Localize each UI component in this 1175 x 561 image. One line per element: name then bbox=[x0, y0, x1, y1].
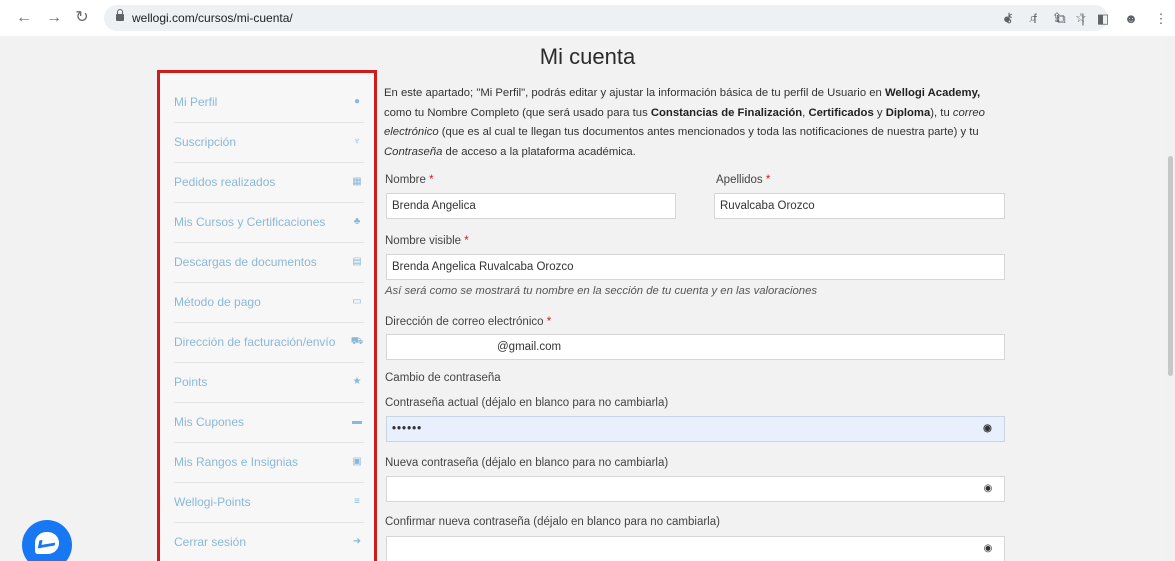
sidebar-item-label: Descargas de documentos bbox=[174, 255, 317, 269]
profile-content: En este apartado; "Mi Perfil", podrás ed… bbox=[384, 84, 1008, 162]
show-password-eye-icon[interactable]: ◉ bbox=[982, 483, 994, 495]
confirm-password-label: Confirmar nueva contraseña (déjalo en bl… bbox=[385, 516, 720, 528]
display-name-label: Nombre visible * bbox=[385, 235, 469, 247]
show-password-eye-icon[interactable]: ◉ bbox=[982, 423, 994, 435]
building-icon: ▦ bbox=[352, 176, 362, 187]
sidebar-item-label: Mis Rangos e Insignias bbox=[174, 455, 299, 469]
current-password-value: •••••• bbox=[392, 423, 423, 435]
first-name-input[interactable]: Brenda Angelica bbox=[386, 193, 676, 219]
sidebar-item-metodo-pago[interactable]: Método de pago ▭ bbox=[174, 283, 364, 323]
sidepanel-icon[interactable]: ◧ bbox=[1094, 10, 1112, 28]
sidebar-item-descargas[interactable]: Descargas de documentos ▤ bbox=[174, 243, 364, 283]
menu-kebab-icon[interactable]: ⋮ bbox=[1152, 10, 1170, 28]
sidebar-item-mi-perfil[interactable]: Mi Perfil ● bbox=[174, 83, 364, 123]
current-password-label: Contraseña actual (déjalo en blanco para… bbox=[385, 397, 669, 409]
sidebar-item-wellogi-points[interactable]: Wellogi-Points ≡ bbox=[174, 483, 364, 523]
truck-icon: ⛟ bbox=[350, 336, 364, 347]
show-password-eye-icon[interactable]: ◉ bbox=[982, 543, 994, 555]
sidebar-item-cerrar-sesion[interactable]: Cerrar sesión ➜ bbox=[174, 523, 364, 561]
address-bar[interactable]: wellogi.com/cursos/mi-cuenta/ ⚷ ⌕ ⇪ ☆ bbox=[104, 5, 1108, 31]
last-name-label: Apellidos * bbox=[716, 174, 771, 186]
first-name-label: Nombre * bbox=[385, 174, 434, 186]
separator-icon: | bbox=[1081, 11, 1085, 26]
lock-icon bbox=[116, 9, 124, 22]
scrollbar-thumb[interactable] bbox=[1168, 156, 1173, 376]
sidebar-item-label: Mis Cursos y Certificaciones bbox=[174, 215, 326, 229]
display-name-hint: Así será como se mostrará tu nombre en l… bbox=[385, 285, 818, 297]
page-title: Mi cuenta bbox=[539, 44, 636, 69]
sidebar-item-label: Mi Perfil bbox=[174, 95, 218, 109]
ticket-icon: ▬ bbox=[352, 416, 362, 427]
coins-icon: ≡ bbox=[354, 496, 360, 507]
star-icon: ★ bbox=[352, 376, 362, 387]
sidebar-item-label: Cerrar sesión bbox=[174, 535, 247, 549]
sidebar-item-label: Dirección de facturación/envío bbox=[174, 335, 336, 349]
sidebar-item-label: Pedidos realizados bbox=[174, 175, 276, 189]
sidebar-item-label: Suscripción bbox=[174, 135, 237, 149]
page-scrollbar[interactable] bbox=[1166, 36, 1175, 561]
extension-circle-icon[interactable]: ● bbox=[998, 10, 1016, 28]
display-name-input[interactable]: Brenda Angelica Ruvalcaba Orozco bbox=[386, 254, 1005, 280]
url-text: wellogi.com/cursos/mi-cuenta/ bbox=[132, 11, 293, 25]
confirm-password-input[interactable]: ◉ bbox=[386, 536, 1005, 561]
sidebar-item-pedidos[interactable]: Pedidos realizados ▦ bbox=[174, 163, 364, 203]
sidebar-item-label: Wellogi-Points bbox=[174, 495, 251, 509]
intro-paragraph: En este apartado; "Mi Perfil", podrás ed… bbox=[384, 87, 985, 158]
browser-toolbar: ← → ↻ wellogi.com/cursos/mi-cuenta/ ⚷ ⌕ … bbox=[0, 0, 1175, 36]
forward-arrow-icon[interactable]: → bbox=[44, 8, 64, 28]
sidebar-item-suscripcion[interactable]: Suscripción ♆ bbox=[174, 123, 364, 163]
sidebar-item-label: Points bbox=[174, 375, 208, 389]
sidebar-item-cupones[interactable]: Mis Cupones ▬ bbox=[174, 403, 364, 443]
badge-icon: ▣ bbox=[352, 456, 362, 467]
back-arrow-icon[interactable]: ← bbox=[14, 8, 34, 28]
messenger-chat-button[interactable] bbox=[22, 520, 72, 561]
sidebar-item-points[interactable]: Points ★ bbox=[174, 363, 364, 403]
current-password-input[interactable]: •••••• ◉ bbox=[386, 416, 1005, 442]
logout-icon: ➜ bbox=[352, 536, 362, 547]
trophy-icon: ♆ bbox=[353, 136, 361, 147]
new-password-input[interactable]: ◉ bbox=[386, 476, 1005, 502]
profile-icon[interactable]: ☻ bbox=[1122, 10, 1140, 28]
facebook-extension-icon[interactable]: f bbox=[1026, 10, 1044, 28]
sidebar-item-direccion[interactable]: Dirección de facturación/envío ⛟ bbox=[174, 323, 364, 363]
file-download-icon: ▤ bbox=[352, 256, 362, 267]
user-icon: ● bbox=[353, 96, 361, 107]
account-sidebar: Mi Perfil ● Suscripción ♆ Pedidos realiz… bbox=[157, 70, 377, 561]
sidebar-item-cursos[interactable]: Mis Cursos y Certificaciones ♣ bbox=[174, 203, 364, 243]
reload-icon[interactable]: ↻ bbox=[72, 8, 92, 28]
sidebar-item-rangos[interactable]: Mis Rangos e Insignias ▣ bbox=[174, 443, 364, 483]
sidebar-item-label: Mis Cupones bbox=[174, 415, 245, 429]
password-section-heading: Cambio de contraseña bbox=[385, 372, 501, 384]
graduation-icon: ♣ bbox=[353, 216, 361, 227]
puzzle-icon[interactable]: ⧉ bbox=[1052, 10, 1070, 28]
sidebar-item-label: Método de pago bbox=[174, 295, 261, 309]
last-name-input[interactable]: Ruvalcaba Orozco bbox=[714, 193, 1005, 219]
new-password-label: Nueva contraseña (déjalo en blanco para … bbox=[385, 457, 669, 469]
credit-card-icon: ▭ bbox=[352, 296, 362, 307]
email-input[interactable]: @gmail.com bbox=[386, 334, 1005, 360]
email-label: Dirección de correo electrónico * bbox=[385, 316, 552, 328]
